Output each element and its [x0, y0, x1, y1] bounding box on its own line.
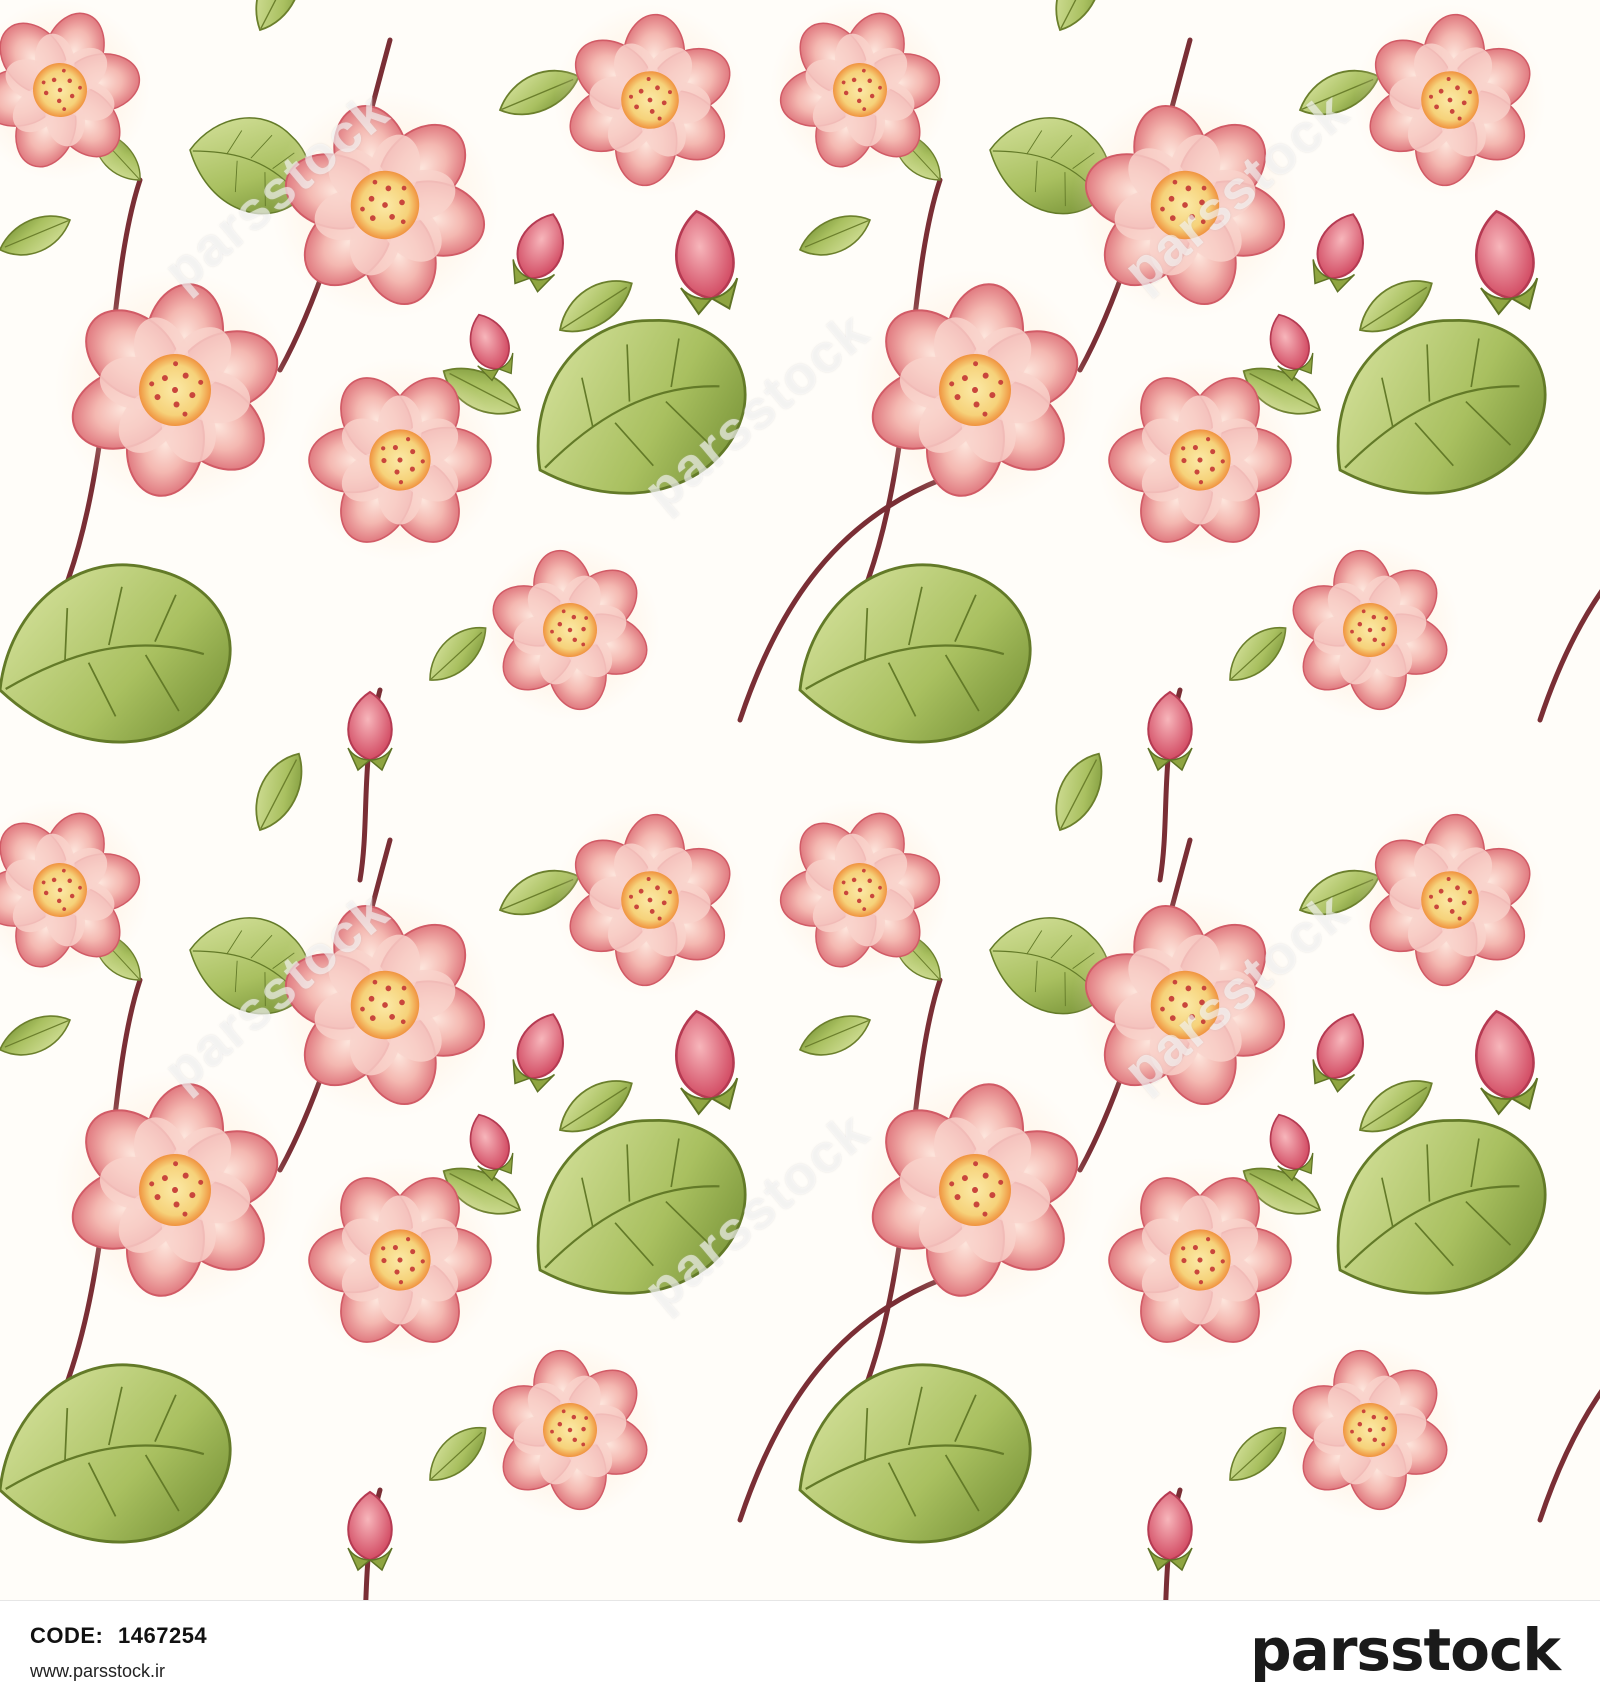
flower [34, 1049, 316, 1331]
flower [244, 64, 526, 346]
bud [1466, 205, 1544, 318]
flower [834, 1049, 1116, 1331]
bud [347, 1491, 393, 1571]
flower [1044, 64, 1326, 346]
flower [464, 524, 676, 736]
flower [0, 0, 177, 207]
stem [1537, 589, 1600, 723]
code-label: CODE: [30, 1623, 104, 1648]
flower [834, 249, 1116, 531]
bud [347, 691, 393, 771]
code-value: 1467254 [118, 1623, 208, 1648]
flower [1345, 0, 1555, 205]
big-leaf [1296, 283, 1575, 536]
big-leaf [496, 1083, 775, 1336]
bud [666, 1005, 744, 1118]
flower [34, 249, 316, 531]
site-url: www.parsstock.ir [30, 1661, 166, 1681]
bud [1304, 1005, 1375, 1097]
flower [743, 0, 977, 207]
bud [1466, 1005, 1544, 1118]
bud [1147, 691, 1193, 771]
leaf [793, 1006, 878, 1065]
leaf [240, 744, 317, 839]
big-leaf [780, 1345, 1046, 1565]
brand-logo: parsstock [1250, 1615, 1561, 1685]
image-code: CODE: 1467254 [30, 1623, 207, 1649]
bud [1304, 205, 1375, 297]
leaf [793, 206, 878, 265]
flower [464, 1324, 676, 1536]
flower [1044, 864, 1326, 1146]
bud [504, 205, 575, 297]
image-footer: CODE: 1467254 www.parsstock.ir parsstock [0, 1600, 1600, 1701]
flower [545, 795, 755, 1005]
big-leaf [0, 545, 246, 765]
stem [1537, 1389, 1600, 1523]
pattern-tiles [0, 0, 1600, 1600]
leaf [1040, 0, 1117, 39]
big-leaf [496, 283, 775, 536]
flower [1264, 524, 1476, 736]
flower [743, 773, 977, 1007]
leaf [0, 1006, 78, 1065]
leaf [0, 206, 78, 265]
flower [1264, 1324, 1476, 1536]
big-leaf [0, 1345, 246, 1565]
floral-pattern-image: parsstock parsstock parsstock parsstock … [0, 0, 1600, 1600]
stock-image-preview: parsstock parsstock parsstock parsstock … [0, 0, 1600, 1701]
floral-pattern-svg [0, 0, 1600, 1600]
bud [504, 1005, 575, 1097]
brand-logo-text: parsstock [1250, 1616, 1561, 1684]
bud [666, 205, 744, 318]
flower [1345, 795, 1555, 1005]
big-leaf [1296, 1083, 1575, 1336]
big-leaf [780, 545, 1046, 765]
flower [545, 0, 755, 205]
flower [244, 864, 526, 1146]
leaf [1040, 744, 1117, 839]
leaf [240, 0, 317, 39]
flower [0, 773, 177, 1007]
bud [1147, 1491, 1193, 1571]
